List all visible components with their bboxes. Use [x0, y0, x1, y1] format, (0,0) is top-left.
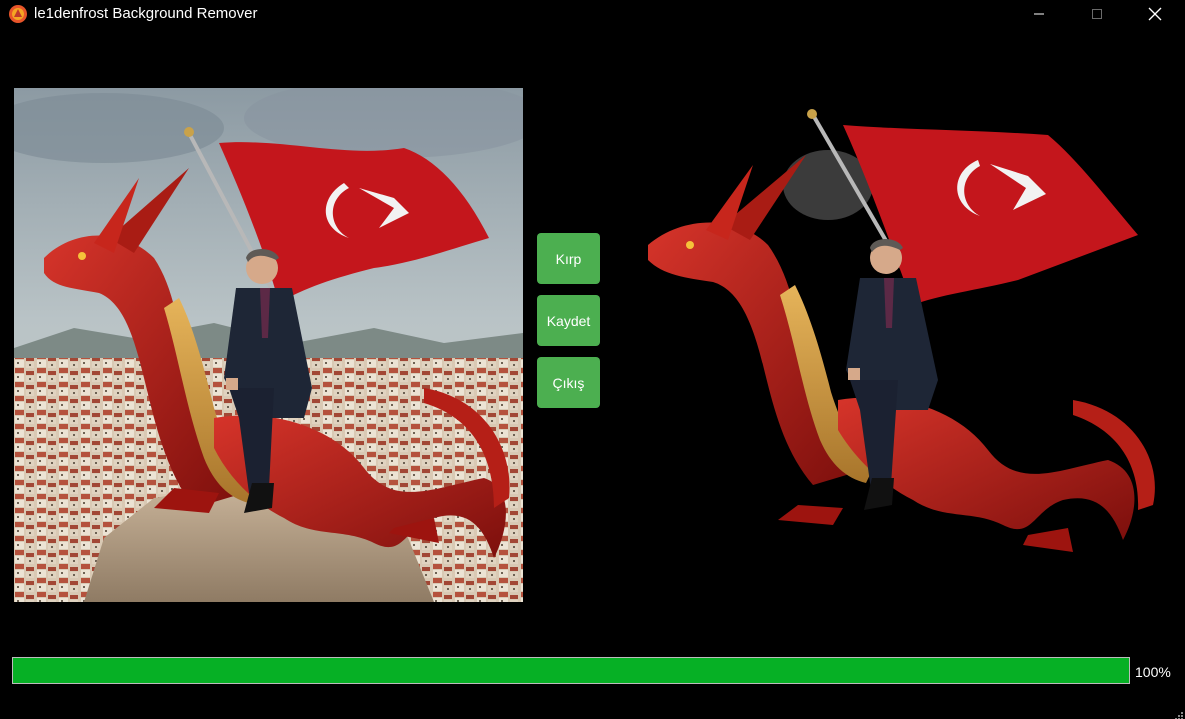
original-image	[14, 88, 523, 602]
app-logo-icon	[8, 4, 28, 24]
minimize-button[interactable]	[1010, 0, 1068, 28]
maximize-button[interactable]	[1068, 0, 1126, 28]
progress-bar	[12, 657, 1130, 684]
crop-button[interactable]: Kırp	[537, 233, 600, 284]
window-title: le1denfrost Background Remover	[34, 5, 258, 22]
close-icon	[1148, 7, 1162, 21]
resize-grip-icon[interactable]	[1173, 707, 1183, 719]
progress-label: 100%	[1135, 664, 1171, 680]
close-button[interactable]	[1126, 0, 1184, 28]
minimize-icon	[1034, 13, 1044, 15]
title-bar[interactable]: le1denfrost Background Remover	[0, 0, 1185, 28]
progress-bar-fill	[13, 658, 1129, 683]
exit-button[interactable]: Çıkış	[537, 357, 600, 408]
result-image	[628, 100, 1168, 570]
maximize-icon	[1092, 9, 1102, 19]
app-window: le1denfrost Background Remover Kırp Kayd…	[0, 0, 1185, 719]
save-button[interactable]: Kaydet	[537, 295, 600, 346]
